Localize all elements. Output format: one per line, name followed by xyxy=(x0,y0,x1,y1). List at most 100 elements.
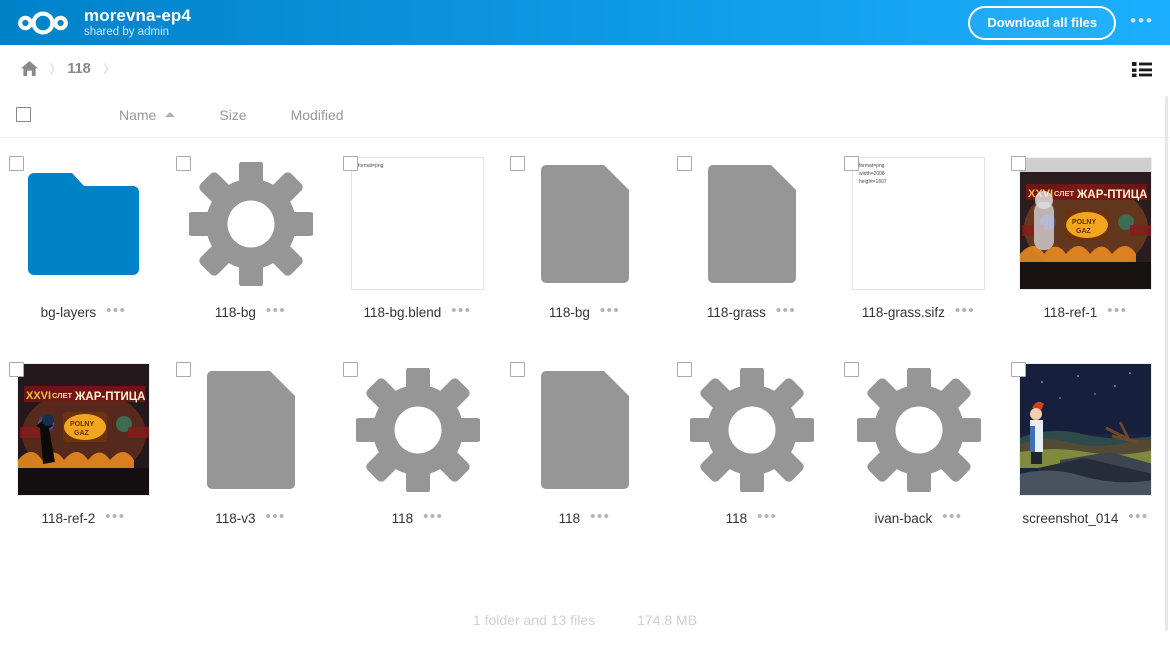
file-actions-menu-icon[interactable]: ••• xyxy=(451,303,471,322)
file-preview-text: format=png width=2008 height=1607 xyxy=(852,157,985,290)
file-name-label[interactable]: 118-bg xyxy=(549,305,590,320)
file-checkbox[interactable] xyxy=(677,362,692,377)
file-checkbox[interactable] xyxy=(176,362,191,377)
file-checkbox[interactable] xyxy=(176,156,191,171)
file-actions-menu-icon[interactable]: ••• xyxy=(266,509,286,528)
image-thumbnail[interactable]: XXVIСЛЕТЖАР-ПТИЦАPOLNYGAZ xyxy=(17,363,150,496)
file-checkbox[interactable] xyxy=(844,156,859,171)
file-name-label[interactable]: screenshot_014 xyxy=(1022,511,1118,526)
header-overflow-menu-icon[interactable]: ••• xyxy=(1130,12,1154,34)
file-checkbox[interactable] xyxy=(343,156,358,171)
file-tile[interactable]: screenshot_014 ••• xyxy=(1002,352,1169,558)
file-tile[interactable]: format=png width=2008 height=1607 118-grass… xyxy=(835,146,1002,352)
file-name-label[interactable]: 118-grass xyxy=(707,305,766,320)
file-tile[interactable]: ivan-back ••• xyxy=(835,352,1002,558)
svg-text:POLNY: POLNY xyxy=(1072,219,1096,226)
file-label-row: ivan-back ••• xyxy=(835,509,1002,528)
file-tile[interactable]: XXVI СЛЕТ ЖАР-ПТИЦА POLNY GAZ 118-ref-2 ••• xyxy=(0,352,167,558)
column-header-modified[interactable]: Modified xyxy=(291,107,344,123)
file-label-row: 118-bg ••• xyxy=(501,303,668,322)
file-thumbnail[interactable] xyxy=(1019,363,1152,496)
file-name-label[interactable]: 118-bg.blend xyxy=(363,305,441,320)
file-tile[interactable]: 118-bg ••• xyxy=(167,146,334,352)
breadcrumb-item-118[interactable]: 118 xyxy=(57,61,100,77)
preview-line: width=2008 xyxy=(859,170,885,177)
file-thumbnail[interactable]: format=png width=2008 height=1607 xyxy=(852,157,985,290)
file-actions-menu-icon[interactable]: ••• xyxy=(105,509,125,528)
svg-text:POLNY: POLNY xyxy=(70,421,94,428)
file-thumbnail[interactable]: XXVIСЛЕТЖАР-ПТИЦАPOLNYGAZ xyxy=(1019,157,1152,290)
file-name-label[interactable]: 118-ref-2 xyxy=(41,511,95,526)
file-checkbox[interactable] xyxy=(510,362,525,377)
file-name-label[interactable]: 118 xyxy=(559,511,581,526)
file-label-row: 118-ref-2 ••• xyxy=(0,509,167,528)
file-name-label[interactable]: ivan-back xyxy=(874,511,932,526)
breadcrumb-home[interactable] xyxy=(12,45,47,92)
image-thumbnail[interactable]: XXVIСЛЕТЖАР-ПТИЦАPOLNYGAZ xyxy=(1019,157,1152,290)
document-icon xyxy=(540,370,629,489)
file-name-label[interactable]: 118 xyxy=(392,511,414,526)
gear-icon xyxy=(856,367,981,492)
summary-count: 1 folder and 13 files xyxy=(472,612,596,628)
download-all-files-button[interactable]: Download all files xyxy=(968,5,1117,40)
file-actions-menu-icon[interactable]: ••• xyxy=(776,303,796,322)
column-header-size[interactable]: Size xyxy=(219,107,246,123)
file-tile[interactable]: 118-grass ••• xyxy=(668,146,835,352)
file-actions-menu-icon[interactable]: ••• xyxy=(1107,303,1127,322)
select-all-checkbox[interactable] xyxy=(16,107,31,122)
file-name-label[interactable]: bg-layers xyxy=(41,305,97,320)
file-tile[interactable]: 118-bg ••• xyxy=(501,146,668,352)
file-thumbnail[interactable] xyxy=(685,157,818,290)
file-name-label[interactable]: 118 xyxy=(726,511,748,526)
file-actions-menu-icon[interactable]: ••• xyxy=(757,509,777,528)
file-name-label[interactable]: 118-ref-1 xyxy=(1043,305,1097,320)
file-tile[interactable]: XXVIСЛЕТЖАР-ПТИЦАPOLNYGAZ 118-ref-1 ••• xyxy=(1002,146,1169,352)
file-tile[interactable]: 118 ••• xyxy=(501,352,668,558)
file-thumbnail[interactable] xyxy=(518,157,651,290)
file-list-summary: 1 folder and 13 files 174.8 MB xyxy=(0,612,1170,628)
file-tile[interactable]: 118-v3 ••• xyxy=(167,352,334,558)
list-view-icon[interactable] xyxy=(1128,57,1156,81)
file-thumbnail[interactable] xyxy=(184,157,317,290)
file-thumbnail[interactable] xyxy=(351,363,484,496)
file-thumbnail[interactable] xyxy=(184,363,317,496)
file-actions-menu-icon[interactable]: ••• xyxy=(955,303,975,322)
file-thumbnail[interactable]: XXVIСЛЕТЖАР-ПТИЦАPOLNYGAZ xyxy=(17,363,150,496)
file-thumbnail[interactable] xyxy=(852,363,985,496)
file-actions-menu-icon[interactable]: ••• xyxy=(266,303,286,322)
file-tile[interactable]: format=png 118-bg.blend ••• xyxy=(334,146,501,352)
svg-text:ЖАР-ПТИЦА: ЖАР-ПТИЦА xyxy=(74,391,145,403)
file-actions-menu-icon[interactable]: ••• xyxy=(590,509,610,528)
file-actions-menu-icon[interactable]: ••• xyxy=(600,303,620,322)
file-checkbox[interactable] xyxy=(1011,156,1026,171)
file-tile[interactable]: 118 ••• xyxy=(334,352,501,558)
vertical-scrollbar[interactable] xyxy=(1162,96,1170,631)
home-icon[interactable] xyxy=(12,60,47,77)
file-thumbnail[interactable] xyxy=(518,363,651,496)
image-thumbnail[interactable] xyxy=(1019,363,1152,496)
file-checkbox[interactable] xyxy=(9,362,24,377)
file-tile[interactable]: 118 ••• xyxy=(668,352,835,558)
file-tile[interactable]: bg-layers ••• xyxy=(0,146,167,352)
column-header-name[interactable]: Name xyxy=(119,107,176,123)
nextcloud-logo-icon[interactable] xyxy=(18,11,70,35)
file-actions-menu-icon[interactable]: ••• xyxy=(423,509,443,528)
file-actions-menu-icon[interactable]: ••• xyxy=(942,509,962,528)
file-label-row: screenshot_014 ••• xyxy=(1002,509,1169,528)
file-grid: bg-layers ••• 118-bg ••• format=png 118-bg.bl… xyxy=(0,138,1170,558)
file-checkbox[interactable] xyxy=(844,362,859,377)
file-name-label[interactable]: 118-bg xyxy=(215,305,256,320)
file-checkbox[interactable] xyxy=(9,156,24,171)
file-name-label[interactable]: 118-v3 xyxy=(215,511,255,526)
file-preview-text: format=png xyxy=(351,157,484,290)
file-thumbnail[interactable]: format=png xyxy=(351,157,484,290)
file-thumbnail[interactable] xyxy=(17,157,150,290)
file-actions-menu-icon[interactable]: ••• xyxy=(106,303,126,322)
file-thumbnail[interactable] xyxy=(685,363,818,496)
file-checkbox[interactable] xyxy=(343,362,358,377)
file-checkbox[interactable] xyxy=(677,156,692,171)
file-checkbox[interactable] xyxy=(1011,362,1026,377)
file-name-label[interactable]: 118-grass.sifz xyxy=(862,305,945,320)
file-actions-menu-icon[interactable]: ••• xyxy=(1128,509,1148,528)
file-checkbox[interactable] xyxy=(510,156,525,171)
